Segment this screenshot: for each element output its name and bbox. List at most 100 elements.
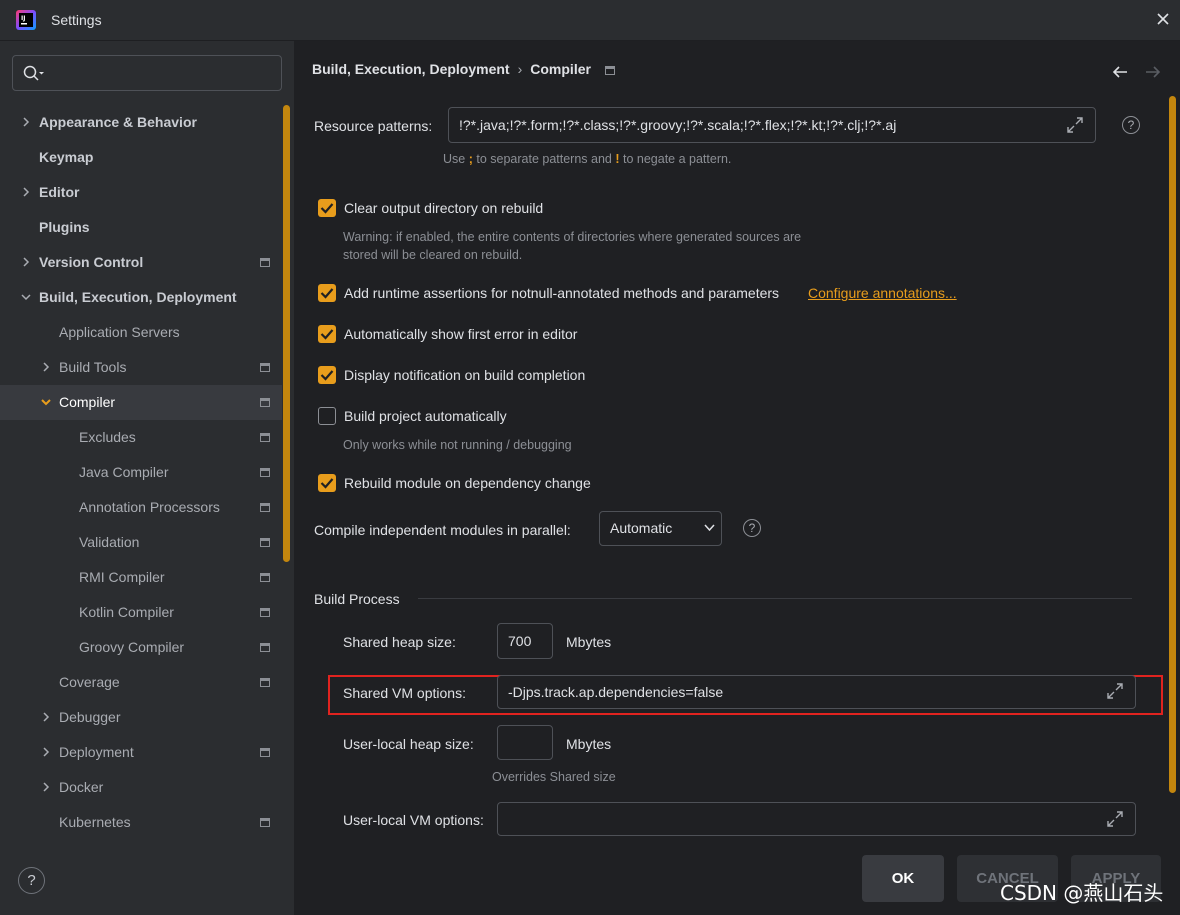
shared-vm-input[interactable]: -Djps.track.ap.dependencies=false [497, 675, 1136, 709]
breadcrumb-separator: › [517, 61, 523, 77]
shared-heap-label: Shared heap size: [343, 634, 456, 650]
sidebar-item-version-control[interactable]: Version Control [0, 245, 282, 280]
sidebar-item-label: Deployment [59, 744, 134, 760]
sidebar-item-build-tools[interactable]: Build Tools [0, 350, 282, 385]
expand-icon[interactable] [1106, 682, 1124, 700]
content-scrollbar[interactable] [1169, 96, 1176, 793]
sidebar-item-validation[interactable]: Validation [0, 525, 282, 560]
parallel-compile-value: Automatic [610, 520, 673, 536]
settings-sidebar: Appearance & Behavior Keymap Editor Plugins… [0, 41, 294, 915]
sidebar-item-compiler[interactable]: Compiler [0, 385, 282, 420]
watermark: CSDN @燕山石头 [1000, 881, 1164, 905]
user-heap-hint: Overrides Shared size [492, 770, 616, 784]
help-icon[interactable]: ? [743, 519, 761, 537]
build-automatically-checkbox[interactable] [318, 407, 336, 425]
chevron-down-icon[interactable] [41, 397, 51, 407]
settings-content: Build, Execution, Deployment › Compiler Re… [294, 41, 1180, 915]
chevron-right-icon[interactable] [41, 362, 51, 372]
project-level-icon [260, 748, 270, 757]
show-first-error-checkbox[interactable] [318, 325, 336, 343]
sidebar-item-application-servers[interactable]: Application Servers [0, 315, 282, 350]
chevron-right-icon[interactable] [21, 257, 31, 267]
chevron-right-icon[interactable] [41, 712, 51, 722]
shared-heap-unit: Mbytes [566, 634, 612, 650]
sidebar-item-groovy-compiler[interactable]: Groovy Compiler [0, 630, 282, 665]
parallel-compile-label: Compile independent modules in parallel: [314, 522, 571, 538]
breadcrumb: Build, Execution, Deployment › Compiler [312, 61, 615, 77]
resource-patterns-input[interactable]: !?*.java;!?*.form;!?*.class;!?*.groovy;!… [448, 107, 1096, 143]
chevron-down-icon[interactable] [21, 292, 31, 302]
shared-heap-input[interactable]: 700 [497, 623, 553, 659]
sidebar-item-label: Debugger [59, 709, 121, 725]
sidebar-item-coverage[interactable]: Coverage [0, 665, 282, 700]
breadcrumb-parent[interactable]: Build, Execution, Deployment [312, 61, 510, 77]
breadcrumb-current: Compiler [530, 61, 591, 77]
user-heap-unit: Mbytes [566, 736, 612, 752]
user-heap-input[interactable] [497, 725, 553, 760]
chevron-right-icon[interactable] [41, 747, 51, 757]
sidebar-scrollbar[interactable] [283, 105, 290, 562]
expand-icon[interactable] [1066, 116, 1084, 134]
chevron-right-icon[interactable] [41, 782, 51, 792]
sidebar-item-kubernetes[interactable]: Kubernetes [0, 805, 282, 840]
hint-text: to separate patterns and [472, 152, 616, 166]
sidebar-item-excludes[interactable]: Excludes [0, 420, 282, 455]
rebuild-module-label[interactable]: Rebuild module on dependency change [344, 475, 591, 491]
help-button[interactable]: ? [18, 867, 45, 894]
clear-output-checkbox[interactable] [318, 199, 336, 217]
hint-text: to negate a pattern. [619, 152, 732, 166]
sidebar-item-label: Compiler [59, 394, 116, 410]
sidebar-item-label: Kubernetes [59, 814, 131, 830]
resource-patterns-value: !?*.java;!?*.form;!?*.class;!?*.groovy;!… [459, 117, 897, 133]
user-heap-label: User-local heap size: [343, 736, 474, 752]
sidebar-item-label: Version Control [39, 254, 144, 270]
build-automatically-label[interactable]: Build project automatically [344, 408, 507, 424]
project-level-icon [260, 538, 270, 547]
resource-patterns-hint: Use ; to separate patterns and ! to nega… [443, 150, 731, 168]
project-level-icon [260, 818, 270, 827]
ok-button[interactable]: OK [862, 855, 944, 902]
runtime-assertions-checkbox[interactable] [318, 284, 336, 302]
expand-icon[interactable] [1106, 810, 1124, 828]
section-divider [418, 598, 1132, 599]
rebuild-module-checkbox[interactable] [318, 474, 336, 492]
sidebar-item-rmi-compiler[interactable]: RMI Compiler [0, 560, 282, 595]
sidebar-item-docker[interactable]: Docker [0, 770, 282, 805]
clear-output-label[interactable]: Clear output directory on rebuild [344, 200, 543, 216]
sidebar-item-plugins[interactable]: Plugins [0, 210, 282, 245]
display-notification-checkbox[interactable] [318, 366, 336, 384]
project-level-icon [260, 363, 270, 372]
sidebar-item-keymap[interactable]: Keymap [0, 140, 282, 175]
sidebar-item-debugger[interactable]: Debugger [0, 700, 282, 735]
close-icon[interactable] [1154, 10, 1172, 28]
sidebar-item-build-execution-deployment[interactable]: Build, Execution, Deployment [0, 280, 282, 315]
sidebar-item-label: Plugins [39, 219, 90, 235]
configure-annotations-link[interactable]: Configure annotations... [808, 285, 957, 301]
sidebar-item-label: Application Servers [59, 324, 180, 340]
forward-arrow-icon[interactable] [1144, 63, 1162, 81]
title-bar: IJ Settings [0, 0, 1180, 41]
sidebar-item-kotlin-compiler[interactable]: Kotlin Compiler [0, 595, 282, 630]
sidebar-item-editor[interactable]: Editor [0, 175, 282, 210]
runtime-assertions-label[interactable]: Add runtime assertions for notnull-annot… [344, 285, 779, 301]
sidebar-item-annotation-processors[interactable]: Annotation Processors [0, 490, 282, 525]
shared-heap-value: 700 [508, 633, 532, 649]
sidebar-item-deployment[interactable]: Deployment [0, 735, 282, 770]
back-arrow-icon[interactable] [1111, 63, 1129, 81]
parallel-compile-select[interactable]: Automatic [599, 511, 722, 546]
clear-output-warning-line2: stored will be cleared on rebuild. [343, 248, 523, 262]
sidebar-item-appearance-behavior[interactable]: Appearance & Behavior [0, 105, 282, 140]
chevron-right-icon[interactable] [21, 187, 31, 197]
user-vm-input[interactable] [497, 802, 1136, 836]
display-notification-label[interactable]: Display notification on build completion [344, 367, 585, 383]
chevron-right-icon[interactable] [21, 117, 31, 127]
window-title: Settings [51, 12, 102, 28]
project-level-icon [260, 573, 270, 582]
user-vm-label: User-local VM options: [343, 812, 484, 828]
help-icon[interactable]: ? [1122, 116, 1140, 134]
sidebar-item-java-compiler[interactable]: Java Compiler [0, 455, 282, 490]
show-first-error-label[interactable]: Automatically show first error in editor [344, 326, 577, 342]
chevron-down-icon [704, 524, 715, 532]
search-input[interactable] [12, 55, 282, 91]
project-level-icon [260, 433, 270, 442]
